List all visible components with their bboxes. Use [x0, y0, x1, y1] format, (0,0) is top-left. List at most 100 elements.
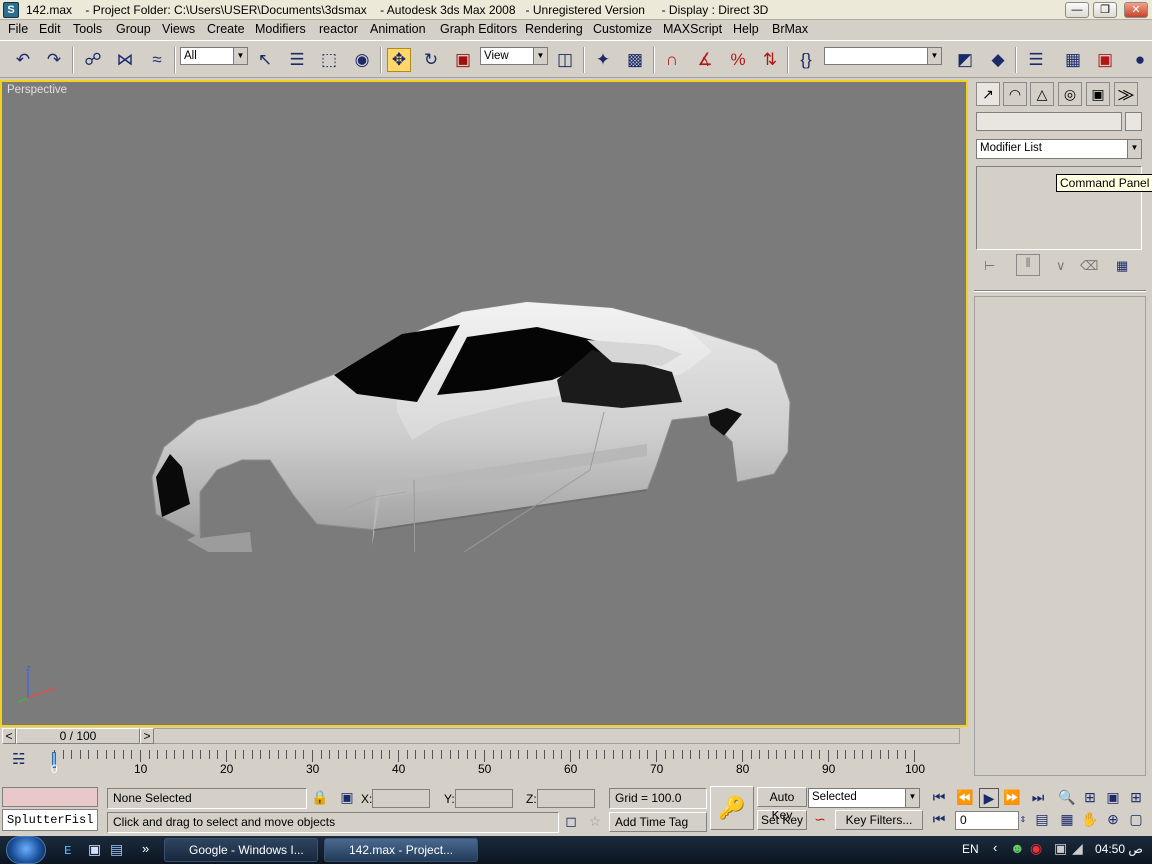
- lock-selection-icon[interactable]: 🔒: [310, 788, 330, 808]
- menu-edit[interactable]: Edit: [39, 22, 61, 36]
- play-icon[interactable]: ▶: [979, 788, 999, 808]
- menu-help[interactable]: Help: [733, 22, 759, 36]
- language-indicator[interactable]: EN: [962, 842, 979, 856]
- menu-create[interactable]: Create: [207, 22, 245, 36]
- track-bar[interactable]: ☵ 0 10 20 30 40 50 60 70 80 90 100: [0, 746, 968, 776]
- taskbar-item-google[interactable]: Google - Windows I...: [164, 838, 318, 862]
- hierarchy-tab-icon[interactable]: △: [1030, 82, 1054, 106]
- frame-spinner-icon[interactable]: ⇕: [1018, 811, 1028, 831]
- time-slider-thumb[interactable]: 0 / 100: [16, 728, 140, 744]
- selection-filter-dropdown[interactable]: All ▼: [180, 47, 248, 65]
- internet-explorer-icon[interactable]: ᴇ: [64, 841, 82, 859]
- select-and-manipulate-icon[interactable]: ✦: [591, 48, 615, 72]
- object-color-swatch[interactable]: [1125, 112, 1142, 131]
- zoom-icon[interactable]: 🔍: [1057, 788, 1077, 808]
- menu-customize[interactable]: Customize: [593, 22, 652, 36]
- x-coordinate-field[interactable]: [372, 789, 430, 808]
- menu-graph-editors[interactable]: Graph Editors: [440, 22, 517, 36]
- key-filter-select[interactable]: Selected ▼: [808, 788, 920, 808]
- modify-tab-icon[interactable]: ◠: [1003, 82, 1027, 106]
- make-unique-icon[interactable]: ∨: [1056, 258, 1076, 274]
- rectangular-selection-icon[interactable]: ⬚: [317, 48, 341, 72]
- spinner-snap-icon[interactable]: ⇅: [758, 48, 782, 72]
- reference-coordinate-dropdown[interactable]: View ▼: [480, 47, 548, 65]
- edit-named-selection-icon[interactable]: {}: [794, 48, 818, 72]
- menu-modifiers[interactable]: Modifiers: [255, 22, 306, 36]
- keyboard-shortcut-override-icon[interactable]: ▩: [623, 48, 647, 72]
- schematic-view-icon[interactable]: ▣: [1093, 48, 1117, 72]
- taskbar-item-3dsmax[interactable]: 142.max - Project...: [324, 838, 478, 862]
- maximize-button[interactable]: ❐: [1093, 2, 1117, 18]
- cube-icon[interactable]: ◻: [561, 812, 581, 832]
- volume-icon[interactable]: ◢: [1072, 840, 1083, 857]
- viewport-label[interactable]: Perspective: [7, 84, 67, 96]
- absolute-mode-icon[interactable]: ▣: [337, 788, 357, 808]
- modifier-list-dropdown[interactable]: Modifier List ▼: [976, 139, 1142, 159]
- select-by-name-icon[interactable]: ☰: [285, 48, 309, 72]
- show-desktop-icon[interactable]: ▣: [88, 841, 106, 859]
- go-to-end-icon[interactable]: ⏭: [1028, 788, 1048, 808]
- object-name-field[interactable]: [976, 112, 1122, 131]
- quick-launch-overflow[interactable]: »: [142, 841, 149, 856]
- messenger-icon[interactable]: ☻: [1010, 840, 1025, 856]
- default-tangent-icon[interactable]: ∽: [810, 810, 830, 830]
- previous-frame-icon[interactable]: ⏪: [955, 788, 975, 808]
- unlink-selection-icon[interactable]: ⋈: [113, 48, 137, 72]
- system-clock[interactable]: 04:50 ص: [1095, 842, 1143, 856]
- maxscript-mini-listener[interactable]: SplutterFisl: [2, 809, 98, 831]
- menu-file[interactable]: File: [8, 22, 28, 36]
- show-end-result-icon[interactable]: ‖: [1016, 254, 1040, 276]
- select-and-scale-icon[interactable]: ▣: [451, 48, 475, 72]
- time-configuration-icon[interactable]: ▤: [1032, 810, 1052, 830]
- switch-windows-icon[interactable]: ▤: [110, 841, 128, 859]
- pin-stack-icon[interactable]: ⊢: [984, 258, 1004, 274]
- angle-snap-icon[interactable]: ∡: [693, 48, 717, 72]
- select-and-link-icon[interactable]: ☍: [81, 48, 105, 72]
- maximize-viewport-icon[interactable]: ▢: [1126, 810, 1146, 830]
- create-tab-icon[interactable]: ↗: [976, 82, 1000, 106]
- menu-group[interactable]: Group: [116, 22, 151, 36]
- curve-editor-icon[interactable]: ▦: [1061, 48, 1085, 72]
- menu-brmax[interactable]: BrMax: [772, 22, 808, 36]
- start-button[interactable]: [6, 836, 46, 864]
- menu-animation[interactable]: Animation: [370, 22, 426, 36]
- menu-rendering[interactable]: Rendering: [525, 22, 583, 36]
- maxscript-mini-listener-top[interactable]: [2, 787, 98, 807]
- menu-reactor[interactable]: reactor: [319, 22, 358, 36]
- next-frame-icon[interactable]: ⏩: [1002, 788, 1022, 808]
- network-icon[interactable]: ▣: [1054, 840, 1067, 857]
- z-coordinate-field[interactable]: [537, 789, 595, 808]
- auto-key-button[interactable]: Auto Key: [757, 787, 807, 822]
- percent-snap-icon[interactable]: %: [726, 48, 750, 72]
- time-slider-track[interactable]: [140, 728, 960, 744]
- app-icon[interactable]: S: [3, 2, 19, 18]
- remove-modifier-icon[interactable]: ⌫: [1080, 258, 1100, 274]
- zoom-extents-all-icon[interactable]: ⊞: [1126, 788, 1146, 808]
- bind-to-space-warp-icon[interactable]: ≈: [145, 48, 169, 72]
- antivirus-icon[interactable]: ◉: [1030, 840, 1042, 857]
- perspective-viewport[interactable]: Perspective z x: [0, 80, 968, 727]
- align-icon[interactable]: ◆: [986, 48, 1010, 72]
- y-coordinate-field[interactable]: [455, 789, 513, 808]
- named-selection-dropdown[interactable]: ▼: [824, 47, 942, 65]
- configure-modifier-sets-icon[interactable]: ▦: [1116, 258, 1136, 274]
- rollout-area[interactable]: [974, 296, 1146, 776]
- window-crossing-icon[interactable]: ◉: [350, 48, 374, 72]
- arc-rotate-icon[interactable]: ⊕: [1103, 810, 1123, 830]
- redo-icon[interactable]: ↷: [42, 48, 66, 72]
- mirror-icon[interactable]: ◩: [953, 48, 977, 72]
- add-time-tag-button[interactable]: Add Time Tag: [609, 812, 707, 832]
- use-pivot-center-icon[interactable]: ◫: [553, 48, 577, 72]
- time-slider-next[interactable]: >: [140, 728, 154, 744]
- set-keys-key-icon[interactable]: 🔑: [710, 786, 754, 830]
- menu-maxscript[interactable]: MAXScript: [663, 22, 722, 36]
- motion-tab-icon[interactable]: ◎: [1058, 82, 1082, 106]
- time-slider-prev[interactable]: <: [2, 728, 16, 744]
- key-mode-toggle-icon[interactable]: ⏮: [929, 810, 949, 830]
- go-to-start-icon[interactable]: ⏮: [929, 788, 949, 808]
- key-filters-button[interactable]: Key Filters...: [835, 810, 923, 830]
- crossing-selection-icon[interactable]: ☆: [585, 812, 605, 832]
- select-object-icon[interactable]: ↖: [253, 48, 277, 72]
- undo-icon[interactable]: ↶: [11, 48, 35, 72]
- display-tab-icon[interactable]: ▣: [1086, 82, 1110, 106]
